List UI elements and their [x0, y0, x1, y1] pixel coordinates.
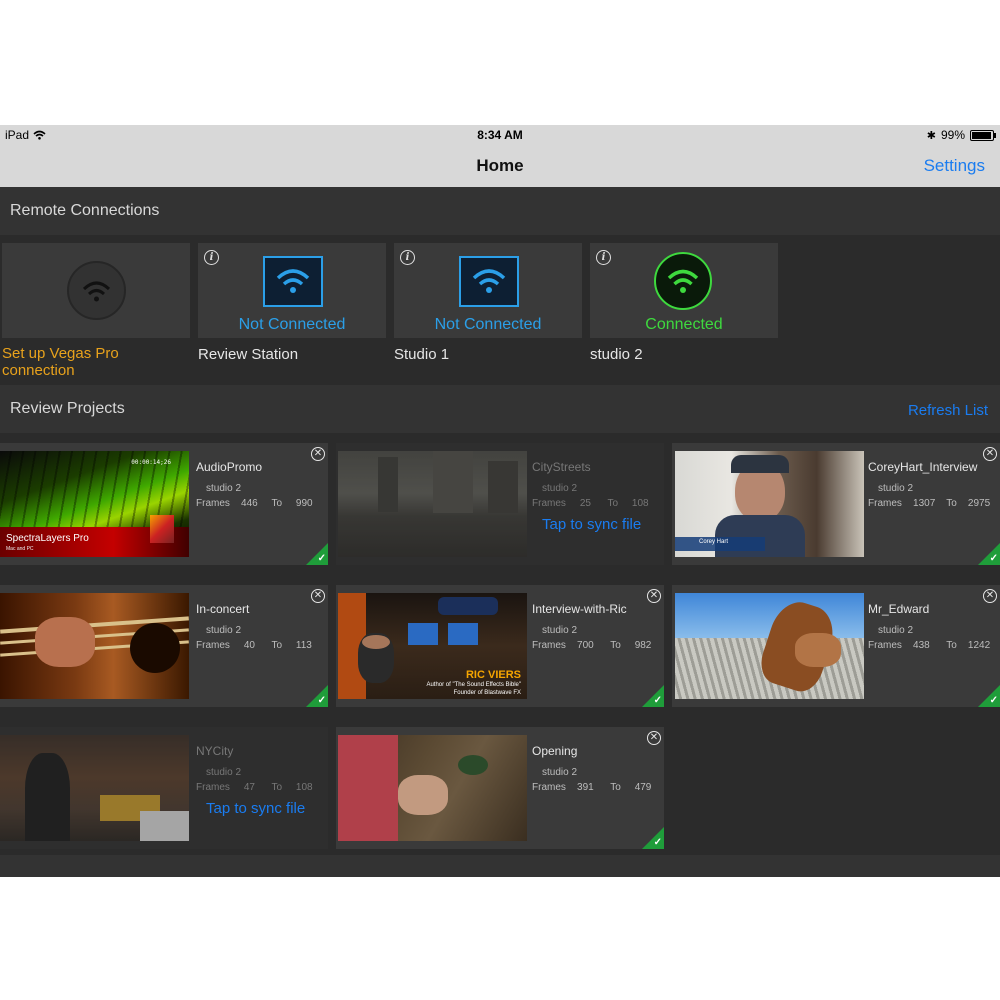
checkmark-icon: ✓	[653, 837, 662, 848]
tap-to-sync-button[interactable]: Tap to sync file	[542, 516, 641, 533]
review-projects-header: Review Projects Refresh List	[0, 385, 1000, 433]
project-server: studio 2	[206, 625, 242, 636]
checkmark-icon: ✓	[653, 695, 662, 706]
project-thumbnail[interactable]: RIC VIERS Author of "The Sound Effects B…	[338, 593, 527, 699]
navigation-bar: Home Settings	[0, 145, 1000, 187]
connection-name: Set up Vegas Pro connection	[2, 345, 119, 379]
project-frames: Frames 446 To 990	[196, 498, 313, 509]
project-frames: Frames 25 To 108	[532, 498, 649, 509]
remove-project-icon[interactable]: ✕	[983, 589, 997, 603]
checkmark-icon: ✓	[989, 553, 998, 564]
checkmark-icon: ✓	[317, 553, 326, 564]
connection-state: Not Connected	[434, 316, 542, 333]
thumbnail-subtitle-2: Founder of Blastwave FX	[453, 690, 521, 696]
project-name: Interview-with-Ric	[532, 602, 627, 616]
project-server: studio 2	[206, 767, 242, 778]
connection-state: Not Connected	[238, 316, 346, 333]
status-bar: iPad 8:34 AM ✱ 99%	[0, 125, 1000, 145]
connection-name: Studio 1	[394, 346, 450, 363]
project-tile-audiopromo[interactable]: 00:00:14;26 SpectraLayers Pro Mac and PC…	[0, 443, 328, 565]
project-thumbnail[interactable]: 00:00:14;26 SpectraLayers Pro Mac and PC	[0, 451, 189, 557]
remove-project-icon[interactable]: ✕	[983, 447, 997, 461]
checkmark-icon: ✓	[989, 695, 998, 706]
remote-connections-title: Remote Connections	[10, 202, 160, 219]
status-time: 8:34 AM	[477, 128, 523, 142]
project-tile-in-concert[interactable]: In-concert studio 2 Frames 40 To 113 ✕ ✓	[0, 585, 328, 707]
project-frames: Frames 1307 To 2975	[868, 498, 991, 509]
project-frames: Frames 700 To 982	[532, 640, 652, 651]
project-frames: Frames 47 To 108	[196, 782, 313, 793]
bottom-strip	[0, 855, 1000, 877]
project-name: Mr_Edward	[868, 602, 930, 616]
review-projects-title: Review Projects	[10, 400, 125, 417]
project-server: studio 2	[878, 483, 914, 494]
battery-icon	[970, 129, 996, 141]
thumbnail-timecode: 00:00:14;26	[131, 459, 171, 466]
project-frames: Frames 40 To 113	[196, 640, 312, 651]
connection-card[interactable]: i Connected	[590, 243, 778, 338]
wifi-connected-icon	[654, 252, 712, 310]
project-tile-mr-edward[interactable]: Mr_Edward studio 2 Frames 438 To 1242 ✕ …	[672, 585, 1000, 707]
project-name: CoreyHart_Interview	[868, 460, 978, 474]
project-name: CityStreets	[532, 460, 591, 474]
settings-button[interactable]: Settings	[924, 156, 985, 176]
project-tile-nycity[interactable]: NYCity studio 2 Frames 47 To 108 Tap to …	[0, 727, 328, 849]
project-server: studio 2	[206, 483, 242, 494]
remove-project-icon[interactable]: ✕	[647, 731, 661, 745]
home-screen: iPad 8:34 AM ✱ 99% Home Settings Remote …	[0, 125, 1000, 877]
connection-card[interactable]: i Not Connected	[198, 243, 386, 338]
wifi-icon	[459, 256, 519, 307]
checkmark-icon: ✓	[317, 695, 326, 706]
tap-to-sync-button[interactable]: Tap to sync file	[206, 800, 305, 817]
project-server: studio 2	[542, 767, 578, 778]
thumbnail-subtitle: Mac and PC	[6, 546, 34, 552]
page-title: Home	[476, 156, 524, 175]
project-tile-interview-with-ric[interactable]: RIC VIERS Author of "The Sound Effects B…	[336, 585, 664, 707]
remove-project-icon[interactable]: ✕	[311, 589, 325, 603]
project-thumbnail[interactable]	[0, 735, 189, 841]
project-server: studio 2	[542, 625, 578, 636]
thumbnail-subtitle: Author of "The Sound Effects Bible"	[426, 682, 521, 688]
project-frames: Frames 391 To 479	[532, 782, 652, 793]
connection-state: Connected	[645, 316, 723, 333]
remove-project-icon[interactable]: ✕	[647, 589, 661, 603]
remove-project-icon[interactable]: ✕	[311, 447, 325, 461]
info-icon[interactable]: i	[400, 250, 415, 265]
project-thumbnail[interactable]: Corey Hart	[675, 451, 864, 557]
remote-connections-header: Remote Connections	[0, 187, 1000, 235]
thumbnail-title: RIC VIERS	[465, 669, 521, 681]
connection-card[interactable]	[2, 243, 190, 338]
project-tile-coreyhart-interview[interactable]: Corey Hart CoreyHart_Interview studio 2 …	[672, 443, 1000, 565]
project-server: studio 2	[878, 625, 914, 636]
connection-name: studio 2	[590, 346, 643, 363]
bluetooth-icon: ✱	[926, 129, 936, 142]
connection-card[interactable]: i Not Connected	[394, 243, 582, 338]
project-server: studio 2	[542, 483, 578, 494]
project-thumbnail[interactable]	[338, 451, 527, 557]
thumbnail-title: SpectraLayers Pro	[6, 533, 89, 544]
info-icon[interactable]: i	[204, 250, 219, 265]
connection-name: Review Station	[198, 346, 299, 363]
project-thumbnail[interactable]	[675, 593, 864, 699]
wifi-icon	[263, 256, 323, 307]
refresh-list-button[interactable]: Refresh List	[908, 402, 988, 419]
project-tile-opening[interactable]: Opening studio 2 Frames 391 To 479 ✕ ✓	[336, 727, 664, 849]
project-frames: Frames 438 To 1242	[868, 640, 991, 651]
project-name: NYCity	[196, 744, 234, 758]
project-thumbnail[interactable]	[0, 593, 189, 699]
project-thumbnail[interactable]	[338, 735, 527, 841]
wifi-disabled-icon	[67, 261, 126, 320]
thumbnail-lower-third: Corey Hart	[699, 539, 729, 545]
project-name: In-concert	[196, 602, 250, 616]
project-name: AudioPromo	[196, 460, 263, 474]
project-tile-citystreets[interactable]: CityStreets studio 2 Frames 25 To 108 Ta…	[336, 443, 664, 565]
info-icon[interactable]: i	[596, 250, 611, 265]
project-name: Opening	[532, 744, 578, 758]
battery-percent: 99%	[940, 128, 965, 142]
status-right: ✱ 99%	[926, 128, 996, 142]
